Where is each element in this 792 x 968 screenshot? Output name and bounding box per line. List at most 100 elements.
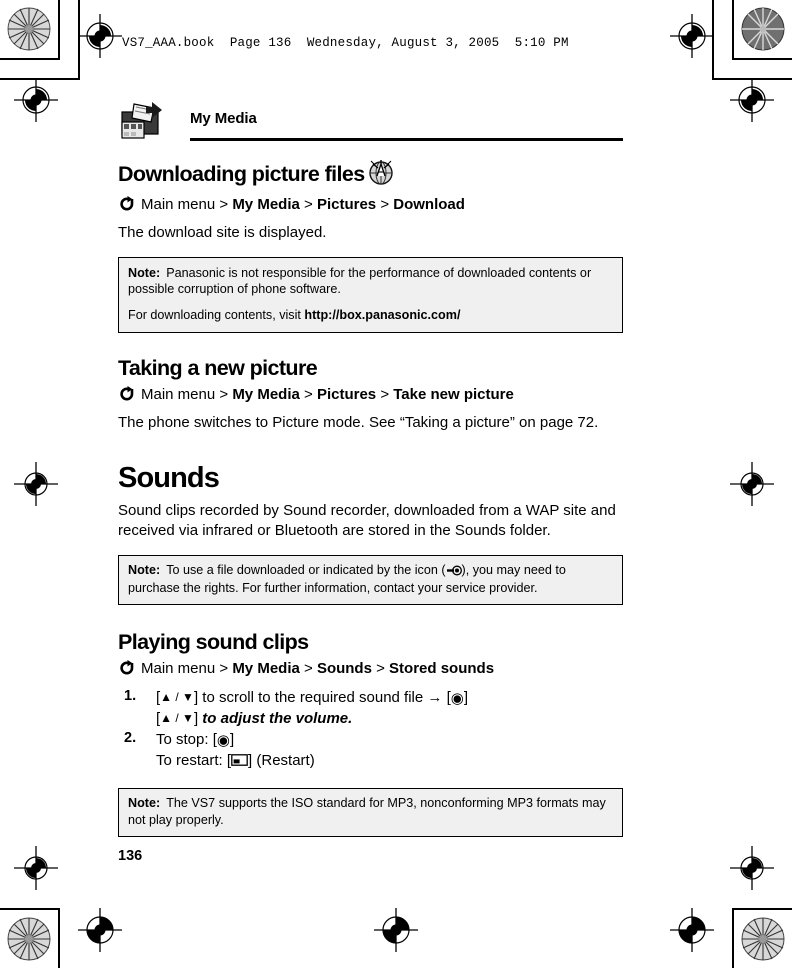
- updown-arrow-keys-icon: ▲ / ▼: [160, 689, 194, 704]
- registration-mark: [670, 14, 714, 58]
- starburst-mark: [740, 916, 786, 962]
- note-line-1: Note: The VS7 supports the ISO standard f…: [128, 795, 613, 828]
- heading-taking-a-new-picture: Taking a new picture: [118, 355, 623, 381]
- step-text: To restart: [: [156, 752, 232, 770]
- print-file-stamp: VS7_AAA.book Page 136 Wednesday, August …: [122, 36, 569, 50]
- starburst-mark: [6, 6, 52, 52]
- paragraph-sound-clips: Sound clips recorded by Sound recorder, …: [118, 502, 616, 539]
- nav-root: Main menu: [141, 385, 216, 403]
- steps-list: 1. [▲ / ▼] to scroll to the required sou…: [118, 688, 623, 772]
- curved-arrow-icon: [118, 195, 135, 218]
- trim-line: [0, 78, 80, 80]
- center-select-key-icon: ◉: [216, 732, 230, 750]
- registration-mark: [730, 462, 774, 506]
- restart-label: Restart: [261, 752, 310, 770]
- registration-mark: [14, 846, 58, 890]
- running-head: My Media: [118, 96, 623, 148]
- heading-sounds: Sounds: [118, 461, 220, 494]
- nav-separator: >: [376, 659, 385, 677]
- note-text: Panasonic is not responsible for the per…: [128, 265, 592, 297]
- nav-separator: >: [219, 385, 229, 403]
- nav-separator: >: [380, 195, 390, 213]
- nav-path-download: Main menu > My Media > Pictures > Downlo…: [118, 195, 623, 218]
- heading-text: Playing sound clips: [118, 630, 309, 655]
- step-text: ] (: [248, 752, 262, 770]
- manual-page: VS7_AAA.book Page 136 Wednesday, August …: [0, 0, 792, 968]
- soft-key-icon: [231, 752, 248, 772]
- key-rights-icon: [446, 564, 462, 581]
- paren-close: ): [309, 752, 315, 770]
- step-line-volume: [▲ / ▼] to adjust the volume.: [156, 709, 623, 729]
- panasonic-box-url: http://box.panasonic.com/: [304, 308, 461, 323]
- nav-crumb-download: Download: [393, 195, 465, 213]
- globe-antenna-icon: [367, 158, 395, 191]
- trim-line: [712, 78, 792, 80]
- nav-crumb-my-media: My Media: [232, 385, 300, 403]
- nav-crumb-pictures: Pictures: [316, 195, 377, 213]
- registration-mark: [14, 78, 58, 122]
- my-media-folder-icon: [118, 98, 166, 144]
- running-head-rule: [190, 138, 623, 141]
- note-box-sounds: Note: To use a file downloaded or indicat…: [118, 554, 623, 606]
- nav-separator: >: [304, 659, 313, 677]
- registration-mark: [730, 78, 774, 122]
- nav-separator: >: [219, 659, 229, 677]
- starburst-mark: [740, 6, 786, 52]
- nav-root: Main menu: [141, 195, 216, 213]
- trim-line: [78, 0, 80, 80]
- curved-arrow-icon: [118, 659, 135, 682]
- note-label: Note:: [128, 796, 161, 811]
- registration-mark: [374, 908, 418, 952]
- step-line-stop: To stop: [◉]: [156, 730, 623, 751]
- trim-line: [732, 58, 792, 60]
- registration-mark: [78, 908, 122, 952]
- center-select-key-icon: ◉: [450, 689, 464, 707]
- curved-arrow-icon: [118, 385, 135, 408]
- bracket-close: ]: [229, 731, 235, 749]
- nav-crumb-sounds: Sounds: [316, 659, 372, 677]
- step-text: ] to scroll to the required sound file →…: [193, 688, 451, 706]
- note-line-1: Note: To use a file downloaded or indicat…: [128, 562, 613, 597]
- step-number: 1.: [124, 687, 137, 704]
- starburst-mark: [6, 916, 52, 962]
- note-label: Note:: [128, 265, 161, 280]
- nav-crumb-stored-sounds: Stored sounds: [389, 659, 495, 677]
- note-text: The VS7 supports the ISO standard for MP…: [128, 796, 606, 828]
- note-label: Note:: [128, 562, 161, 577]
- page-number: 136: [118, 848, 143, 864]
- list-item: 2. To stop: [◉] To restart: [ ] (Restart…: [118, 730, 623, 772]
- heading-text: Downloading picture files: [118, 161, 365, 186]
- note-text-prefix: To use a file downloaded or indicated by…: [166, 562, 446, 577]
- trim-line: [732, 908, 792, 910]
- registration-mark: [78, 14, 122, 58]
- trim-line: [58, 0, 60, 60]
- note-line-1: Note: Panasonic is not responsible for th…: [128, 265, 613, 298]
- updown-arrow-keys-icon: ▲ / ▼: [160, 711, 194, 726]
- registration-mark: [670, 908, 714, 952]
- note-text-prefix: For downloading contents, visit: [128, 308, 305, 323]
- step-text-italic: to adjust the volume.: [202, 710, 353, 728]
- note-box-mp3: Note: The VS7 supports the ISO standard f…: [118, 788, 623, 837]
- step-line-scroll: [▲ / ▼] to scroll to the required sound …: [156, 688, 623, 709]
- trim-line: [712, 0, 714, 80]
- nav-path-take-new-picture: Main menu > My Media > Pictures > Take n…: [118, 385, 623, 408]
- note-box-downloading: Note: Panasonic is not responsible for th…: [118, 256, 623, 333]
- trim-line: [732, 0, 734, 60]
- paragraph-picture-mode: The phone switches to Picture mode. See …: [118, 413, 599, 431]
- nav-crumb-my-media: My Media: [232, 195, 300, 213]
- page-content: My Media Downloading picture files Main …: [118, 96, 623, 837]
- list-item: 1. [▲ / ▼] to scroll to the required sou…: [118, 688, 623, 729]
- bracket-close: ]: [463, 688, 468, 706]
- step-line-restart: To restart: [ ] (Restart): [156, 751, 623, 772]
- step-number: 2.: [124, 730, 137, 747]
- nav-separator: >: [304, 385, 313, 403]
- trim-line: [732, 908, 734, 968]
- heading-text: Taking a new picture: [118, 355, 318, 380]
- nav-path-stored-sounds: Main menu > My Media > Sounds > Stored s…: [118, 659, 623, 682]
- step-text: To stop: [: [156, 731, 217, 749]
- nav-root: Main menu: [141, 659, 216, 677]
- nav-separator: >: [380, 385, 390, 403]
- trim-line: [58, 908, 60, 968]
- registration-mark: [730, 846, 774, 890]
- nav-separator: >: [219, 195, 229, 213]
